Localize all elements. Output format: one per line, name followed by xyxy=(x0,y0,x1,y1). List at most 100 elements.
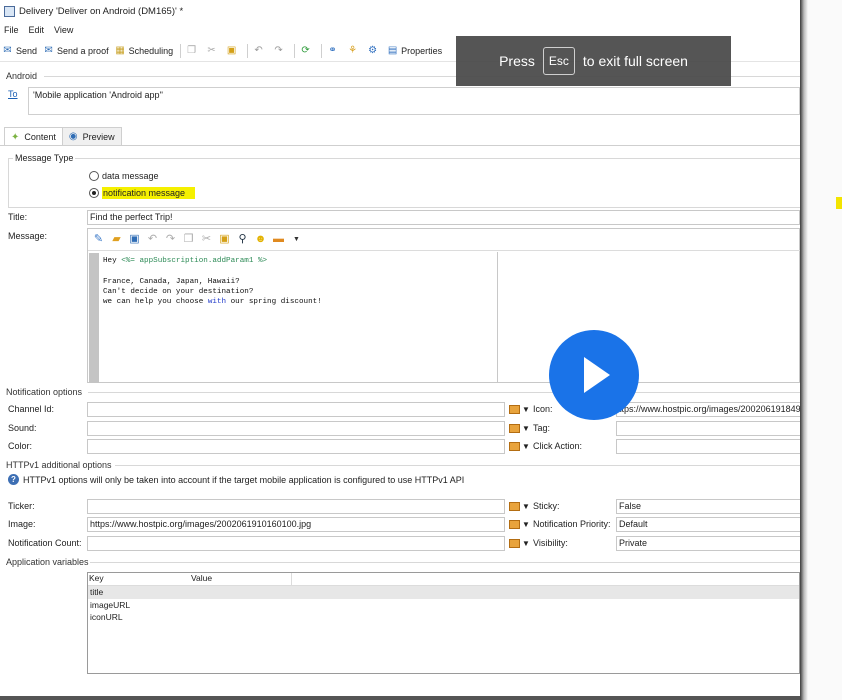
title-input[interactable]: Find the perfect Trip! xyxy=(87,210,800,225)
code-text: we can help you choose xyxy=(103,298,208,307)
copy-icon[interactable]: ❐ xyxy=(182,233,195,246)
tab-preview[interactable]: ◉ Preview xyxy=(61,127,122,145)
properties-button[interactable]: ▤ Properties xyxy=(387,45,442,56)
toolbar-separator xyxy=(180,43,182,58)
send-label: Send xyxy=(16,45,38,56)
redo-icon[interactable]: ↷ xyxy=(164,233,177,246)
tools-button[interactable]: ⚙ xyxy=(367,45,381,56)
click-action-input[interactable] xyxy=(616,439,800,454)
table-row[interactable]: iconURL xyxy=(88,611,799,624)
chevron-down-icon[interactable]: ▼ xyxy=(290,233,303,246)
app-vars-table: Key Value title imageURL iconURL xyxy=(87,572,800,674)
col-value-header[interactable]: Value xyxy=(190,573,292,585)
chevron-down-icon: ▼ xyxy=(522,442,530,451)
undo-button[interactable]: ↶ xyxy=(253,45,267,56)
icon-url-input[interactable]: ttps://www.hostpic.org/images/2002061918… xyxy=(616,402,800,417)
app-vars-header: Key Value xyxy=(88,573,799,586)
emoji-icon[interactable]: ☻ xyxy=(254,233,267,246)
code-text-tag: <%= appSubscription.addParam1 %> xyxy=(121,257,268,265)
table-row[interactable]: title xyxy=(88,586,799,599)
image-url-input[interactable]: https://www.hostpic.org/images/200206191… xyxy=(87,517,505,532)
menu-edit[interactable]: Edit xyxy=(29,25,45,35)
paste-icon[interactable]: ▣ xyxy=(218,233,231,246)
httpv1-info: ? HTTPv1 options will only be taken into… xyxy=(8,474,464,485)
cut-icon[interactable]: ✂ xyxy=(200,233,213,246)
tag-input[interactable] xyxy=(616,421,800,436)
table-row[interactable]: imageURL xyxy=(88,599,799,612)
visibility-select[interactable]: Private xyxy=(616,536,800,551)
copy-button[interactable]: ❐ xyxy=(186,45,200,56)
tree-button[interactable]: ⚘ xyxy=(347,45,361,56)
cut-button[interactable]: ✂ xyxy=(206,45,220,56)
info-icon: ? xyxy=(8,474,19,485)
notification-count-input[interactable] xyxy=(87,536,505,551)
cut-icon: ✂ xyxy=(207,45,216,56)
personalize-icon xyxy=(509,520,520,529)
personalize-icon xyxy=(509,502,520,511)
channel-id-picker[interactable]: ▼ xyxy=(509,405,530,414)
menu-file[interactable]: File xyxy=(4,25,19,35)
esc-key[interactable]: Esc xyxy=(542,47,575,75)
send-button[interactable]: ✉ Send xyxy=(2,45,37,56)
sticky-label: Sticky: xyxy=(533,501,560,511)
message-type-group: Message Type data message notification m… xyxy=(8,153,800,208)
ticker-input[interactable] xyxy=(87,499,505,514)
scheduling-button[interactable]: ▦ Scheduling xyxy=(115,45,173,56)
icon-label: Icon: xyxy=(533,404,553,414)
group-divider xyxy=(90,562,800,563)
editor-toolbar: ✎ ▰ ▣ ↶ ↷ ❐ ✂ ▣ ⚲ ☻ ▬ ▼ xyxy=(88,229,801,251)
find-icon[interactable]: ⚲ xyxy=(236,233,249,246)
color-input[interactable] xyxy=(87,439,505,454)
send-proof-icon: ✉ xyxy=(44,45,53,56)
paste-button[interactable]: ▣ xyxy=(226,45,240,56)
android-group-label: Android xyxy=(6,71,38,81)
code-text: Hey xyxy=(103,257,122,265)
message-editor: ✎ ▰ ▣ ↶ ↷ ❐ ✂ ▣ ⚲ ☻ ▬ ▼ Hey <%= appSubsc… xyxy=(87,228,801,383)
refresh-button[interactable]: ⟳ xyxy=(300,45,314,56)
radio-button-selected[interactable] xyxy=(89,188,99,198)
sticky-select[interactable]: False xyxy=(616,499,800,514)
play-button[interactable] xyxy=(549,330,639,420)
undo-icon[interactable]: ↶ xyxy=(146,233,159,246)
new-doc-icon[interactable]: ✎ xyxy=(92,233,105,246)
send-proof-button[interactable]: ✉ Send a proof xyxy=(43,45,108,56)
menu-view[interactable]: View xyxy=(54,25,73,35)
col-key-header[interactable]: Key xyxy=(88,573,190,585)
to-link[interactable]: To xyxy=(8,89,18,99)
fullscreen-banner: Press Esc to exit full screen xyxy=(456,36,731,86)
to-recipients-box[interactable]: 'Mobile application 'Android app'' xyxy=(28,87,800,115)
notification-count-picker[interactable]: ▼ xyxy=(509,539,530,548)
open-folder-icon[interactable]: ▰ xyxy=(110,233,123,246)
channel-id-input[interactable] xyxy=(87,402,505,417)
undo-icon: ↶ xyxy=(254,45,263,56)
message-body[interactable]: Hey <%= appSubscription.addParam1 %> Fra… xyxy=(103,256,493,380)
sound-picker[interactable]: ▼ xyxy=(509,424,530,433)
code-text-keyword: with xyxy=(207,298,227,307)
sound-input[interactable] xyxy=(87,421,505,436)
paste-icon: ▣ xyxy=(226,45,237,56)
chevron-down-icon: ▼ xyxy=(522,405,530,414)
save-icon[interactable]: ▣ xyxy=(128,233,141,246)
image-picker[interactable]: ▼ xyxy=(509,520,530,529)
to-value: 'Mobile application 'Android app'' xyxy=(33,90,163,100)
window-shadow xyxy=(800,0,808,700)
ticker-picker[interactable]: ▼ xyxy=(509,502,530,511)
priority-select[interactable]: Default xyxy=(616,517,800,532)
app-icon xyxy=(4,5,15,17)
radio-notification-message[interactable]: notification message xyxy=(89,187,196,199)
message-type-legend: Message Type xyxy=(13,153,76,163)
personalize-icon[interactable]: ▬ xyxy=(272,233,285,246)
radio-data-message[interactable]: data message xyxy=(89,171,159,181)
toolbar-separator xyxy=(247,43,249,58)
ticker-label: Ticker: xyxy=(8,501,35,511)
tab-content[interactable]: ✦ Content xyxy=(4,127,63,146)
eye-icon: ◉ xyxy=(68,131,78,142)
radio-button[interactable] xyxy=(89,171,99,181)
redo-button[interactable]: ↷ xyxy=(273,45,287,56)
personalize-icon xyxy=(509,424,520,433)
tab-preview-label: Preview xyxy=(82,131,115,142)
link-button[interactable]: ⚭ xyxy=(327,45,341,56)
chevron-down-icon: ▼ xyxy=(522,539,530,548)
app-vars-heading: Application variables xyxy=(6,557,89,567)
color-picker[interactable]: ▼ xyxy=(509,442,530,451)
